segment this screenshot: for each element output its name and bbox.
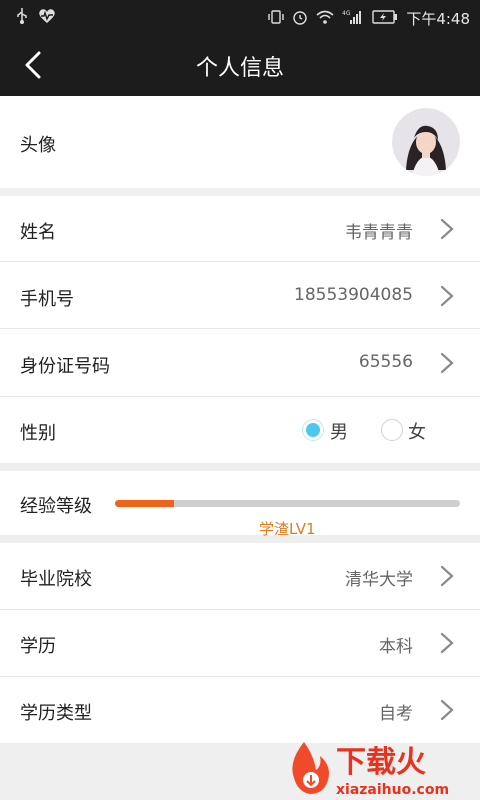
name-value: 韦青青青: [345, 223, 413, 243]
status-bar: 4G 下午4:48: [0, 0, 480, 34]
gender-male-label[interactable]: 男: [330, 418, 348, 444]
status-time: 下午4:48: [406, 10, 470, 28]
degree-label: 学历: [20, 636, 56, 657]
status-right-icons: 4G 下午4:48: [268, 8, 470, 29]
chevron-right-icon: [440, 565, 454, 587]
name-row[interactable]: 姓名 韦青青青: [0, 196, 480, 261]
name-label: 姓名: [20, 222, 56, 243]
avatar-row[interactable]: 头像: [0, 96, 480, 188]
degree-type-value: 自考: [379, 704, 413, 724]
phone-row[interactable]: 手机号 18553904085: [0, 262, 480, 328]
degree-type-label: 学历类型: [20, 703, 92, 724]
degree-value: 本科: [379, 637, 413, 657]
chevron-right-icon: [440, 699, 454, 721]
status-left-icons: [16, 8, 56, 28]
gender-female-label[interactable]: 女: [408, 418, 426, 444]
chevron-right-icon: [440, 285, 454, 307]
battery-charging-icon: [372, 9, 398, 28]
school-label: 毕业院校: [20, 569, 92, 590]
school-row[interactable]: 毕业院校 清华大学: [0, 543, 480, 609]
watermark-logo: 下载火 xiazaihuo.com: [280, 736, 480, 800]
level-progress-bar: [115, 500, 460, 507]
radio-selected-dot: [306, 423, 320, 437]
phone-label: 手机号: [20, 289, 74, 310]
avatar[interactable]: [392, 108, 460, 176]
watermark-url: xiazaihuo.com: [336, 782, 449, 798]
avatar-label: 头像: [20, 135, 56, 156]
level-name: 学渣LV1: [259, 520, 316, 538]
id-number-label: 身份证号码: [20, 356, 110, 377]
level-row: 经验等级 学渣LV1: [0, 471, 480, 538]
chevron-right-icon: [440, 218, 454, 240]
chevron-right-icon: [440, 632, 454, 654]
level-progress-fill: [115, 500, 174, 507]
heartbeat-icon: [38, 8, 56, 28]
id-number-row[interactable]: 身份证号码 65556: [0, 329, 480, 396]
watermark-brand: 下载火: [336, 745, 426, 780]
page-title: 个人信息: [195, 56, 284, 81]
gender-female-radio[interactable]: [381, 419, 403, 441]
level-label: 经验等级: [20, 496, 92, 517]
phone-value: 18553904085: [294, 285, 413, 305]
chevron-right-icon: [440, 352, 454, 374]
cellular-signal-icon: 4G: [342, 9, 364, 29]
alarm-icon: [292, 9, 308, 29]
degree-type-row[interactable]: 学历类型 自考: [0, 677, 480, 743]
degree-row[interactable]: 学历 本科: [0, 610, 480, 676]
school-value: 清华大学: [345, 570, 413, 590]
gender-male-radio[interactable]: [302, 419, 324, 441]
usb-icon: [16, 8, 28, 28]
vibrate-icon: [268, 9, 285, 29]
gender-label: 性别: [20, 423, 56, 444]
wifi-icon: [316, 9, 334, 29]
nav-bar: 个人信息: [0, 34, 480, 96]
gender-row: 性别 男 女: [0, 397, 480, 463]
id-number-value: 65556: [358, 352, 413, 372]
svg-text:4G: 4G: [342, 10, 351, 17]
